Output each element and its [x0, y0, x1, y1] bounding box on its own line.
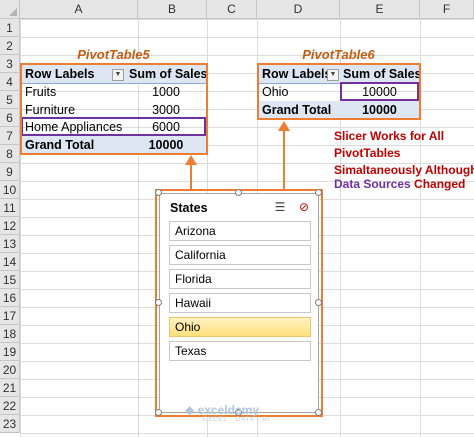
column-header-e[interactable]: E	[340, 0, 420, 19]
row-header[interactable]: 7	[0, 127, 20, 145]
row-header[interactable]: 13	[0, 235, 20, 253]
row-header[interactable]: 15	[0, 271, 20, 289]
exceldemy-watermark: ◆ exceldemy	[185, 403, 259, 417]
note-line-4: Data Sources Changed	[334, 176, 465, 193]
slicer-title: States	[170, 201, 208, 215]
note-line-1: Slicer Works for All	[334, 129, 445, 143]
row-header[interactable]: 5	[0, 91, 20, 109]
corner-triangle-icon	[9, 8, 17, 16]
note-line-2: PivotTables	[334, 146, 401, 160]
clear-filter-icon[interactable]: ⊘	[296, 199, 312, 215]
pivot-table-1-title: PivotTable5	[77, 47, 150, 62]
pivot-table-1-outline	[20, 63, 208, 155]
resize-handle[interactable]	[315, 189, 322, 196]
arrow-up-icon	[185, 155, 197, 165]
column-header-a[interactable]: A	[20, 0, 138, 19]
slicer-item-texas[interactable]: Texas	[169, 341, 311, 361]
slicer-item-arizona[interactable]: Arizona	[169, 221, 311, 241]
slicer-item-florida[interactable]: Florida	[169, 269, 311, 289]
row-header[interactable]: 18	[0, 325, 20, 343]
note-changed: Changed	[414, 177, 466, 191]
arrow-up-icon	[278, 121, 290, 131]
row-header[interactable]: 10	[0, 181, 20, 199]
resize-handle[interactable]	[315, 409, 322, 416]
column-header-c[interactable]: C	[207, 0, 257, 19]
arrow-shaft-right	[283, 130, 285, 190]
row-header[interactable]: 23	[0, 415, 20, 433]
select-all-corner[interactable]	[0, 0, 20, 19]
watermark-tagline: EXCEL · DATA · BI	[203, 417, 271, 423]
resize-handle[interactable]	[155, 409, 162, 416]
row-header[interactable]: 17	[0, 307, 20, 325]
pivot-table-2-title: PivotTable6	[302, 47, 375, 62]
row-header[interactable]: 21	[0, 379, 20, 397]
row-header[interactable]: 4	[0, 73, 20, 91]
watermark-brand: exceldemy	[197, 403, 259, 417]
row-header[interactable]: 1	[0, 19, 20, 37]
column-header-d[interactable]: D	[257, 0, 340, 19]
row-header[interactable]: 20	[0, 361, 20, 379]
resize-handle[interactable]	[235, 189, 242, 196]
slicer-item-hawaii[interactable]: Hawaii	[169, 293, 311, 313]
pivot-table-2-outline	[257, 63, 421, 120]
spreadsheet: A B C D E F 1 2 3 4 5 6 7 8 9 10 11 12 1…	[0, 0, 474, 437]
resize-handle[interactable]	[155, 299, 162, 306]
row-header[interactable]: 19	[0, 343, 20, 361]
row-header[interactable]: 14	[0, 253, 20, 271]
row-header[interactable]: 11	[0, 199, 20, 217]
row-header[interactable]: 6	[0, 109, 20, 127]
multi-select-icon[interactable]: ☰	[272, 199, 288, 215]
row-header[interactable]: 12	[0, 217, 20, 235]
row-header[interactable]: 3	[0, 55, 20, 73]
slicer-item-california[interactable]: California	[169, 245, 311, 265]
resize-handle[interactable]	[155, 189, 162, 196]
row-header[interactable]: 16	[0, 289, 20, 307]
arrow-shaft-left	[190, 164, 192, 190]
row-header[interactable]: 9	[0, 163, 20, 181]
column-header-f[interactable]: F	[420, 0, 474, 19]
watermark-logo-icon: ◆	[185, 403, 198, 417]
note-data-sources: Data Sources	[334, 177, 411, 191]
row-header[interactable]: 8	[0, 145, 20, 163]
states-slicer[interactable]: States ☰ ⊘ Arizona California Florida Ha…	[159, 193, 319, 413]
row-header[interactable]: 22	[0, 397, 20, 415]
row-header[interactable]: 2	[0, 37, 20, 55]
resize-handle[interactable]	[315, 299, 322, 306]
slicer-item-ohio[interactable]: Ohio	[169, 317, 311, 337]
column-header-b[interactable]: B	[138, 0, 207, 19]
